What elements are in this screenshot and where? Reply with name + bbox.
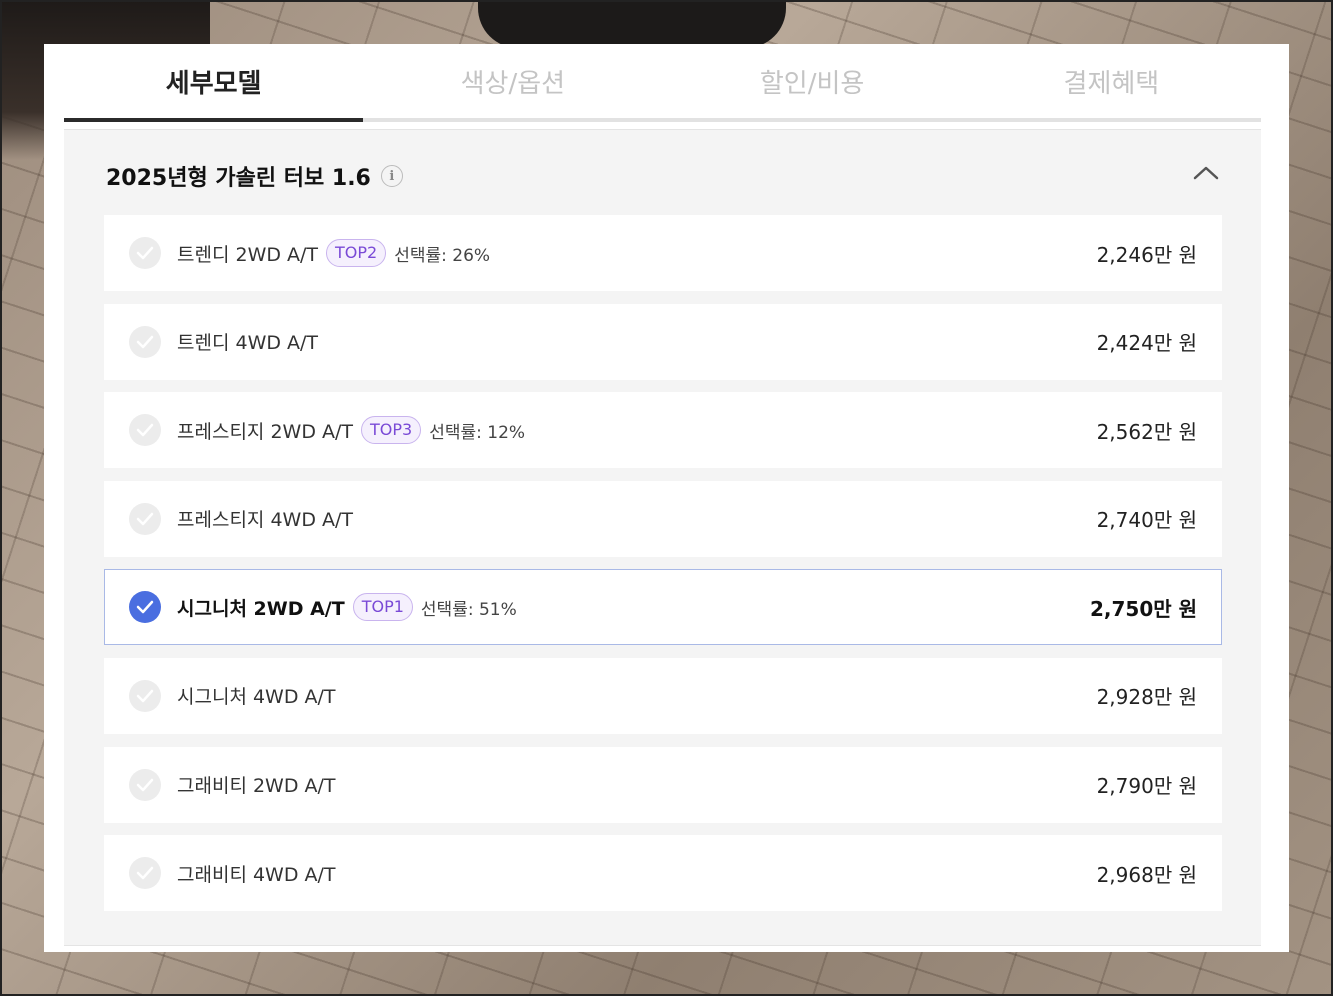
- background-figure: [478, 0, 786, 48]
- step-tabs: 세부모델 색상/옵션 할인/비용 결제혜택: [64, 44, 1261, 122]
- model-option-row[interactable]: 그래비티 4WD A/T 2,968만 원: [104, 835, 1222, 912]
- section-title: 2025년형 가솔린 터보 1.6: [106, 166, 371, 191]
- model-price: 2,562만 원: [1096, 419, 1197, 444]
- model-price: 2,424만 원: [1096, 331, 1197, 356]
- tab-color-options[interactable]: 색상/옵션: [363, 44, 663, 122]
- model-price: 2,928만 원: [1096, 685, 1197, 710]
- model-option-row[interactable]: 시그니처 4WD A/T 2,928만 원: [104, 657, 1222, 734]
- check-circle-icon[interactable]: [129, 325, 161, 358]
- model-option-row[interactable]: 그래비티 2WD A/T 2,790만 원: [104, 746, 1222, 823]
- configurator-panel: 세부모델 색상/옵션 할인/비용 결제혜택 2025년형 가솔린 터보 1.6 …: [44, 44, 1289, 952]
- model-price: 2,968만 원: [1096, 862, 1197, 887]
- rank-badge: TOP1: [352, 593, 413, 622]
- tab-payment-benefits[interactable]: 결제혜택: [961, 44, 1261, 122]
- model-name: 그래비티 4WD A/T: [177, 863, 336, 886]
- check-circle-icon[interactable]: [129, 502, 161, 535]
- model-section: 2025년형 가솔린 터보 1.6 i 트렌디 2WD A/T TOP2 선택률: …: [64, 129, 1261, 946]
- model-name: 시그니처 4WD A/T: [177, 686, 336, 709]
- model-option-row[interactable]: 트렌디 4WD A/T 2,424만 원: [104, 303, 1222, 380]
- model-price: 2,750만 원: [1089, 596, 1197, 621]
- model-name: 프레스티지 2WD A/T: [177, 420, 353, 443]
- model-price: 2,740만 원: [1096, 508, 1197, 533]
- rank-badge: TOP3: [361, 416, 422, 445]
- model-list: 트렌디 2WD A/T TOP2 선택률: 26% 2,246만 원트렌디 4WD A…: [104, 215, 1222, 924]
- model-option-row[interactable]: 프레스티지 2WD A/T TOP3 선택률: 12% 2,562만 원: [104, 392, 1222, 469]
- selection-rate: 선택률: 26%: [394, 245, 491, 266]
- section-header: 2025년형 가솔린 터보 1.6 i: [106, 160, 403, 192]
- model-name: 그래비티 2WD A/T: [177, 775, 336, 798]
- rank-badge: TOP2: [326, 239, 387, 267]
- check-circle-icon[interactable]: [129, 768, 161, 801]
- check-circle-icon[interactable]: [129, 237, 161, 269]
- model-option-row[interactable]: 트렌디 2WD A/T TOP2 선택률: 26% 2,246만 원: [104, 215, 1222, 291]
- model-name: 트렌디 4WD A/T: [177, 332, 319, 355]
- model-name: 트렌디 2WD A/T: [177, 243, 319, 266]
- check-circle-icon[interactable]: [129, 591, 161, 624]
- check-circle-icon[interactable]: [129, 414, 161, 447]
- model-price: 2,790만 원: [1096, 774, 1197, 799]
- model-option-row[interactable]: 프레스티지 4WD A/T 2,740만 원: [104, 480, 1222, 557]
- tab-discount-cost[interactable]: 할인/비용: [662, 44, 962, 122]
- check-circle-icon[interactable]: [129, 679, 161, 712]
- selection-rate: 선택률: 12%: [429, 422, 526, 443]
- check-circle-icon[interactable]: [129, 857, 161, 890]
- model-name: 시그니처 2WD A/T: [177, 597, 345, 620]
- tab-detail-model[interactable]: 세부모델: [64, 44, 364, 122]
- model-price: 2,246만 원: [1096, 242, 1197, 267]
- model-name: 프레스티지 4WD A/T: [177, 509, 353, 532]
- info-icon[interactable]: i: [380, 165, 403, 187]
- model-option-row[interactable]: 시그니처 2WD A/T TOP1 선택률: 51% 2,750만 원: [104, 569, 1222, 646]
- selection-rate: 선택률: 51%: [420, 599, 517, 620]
- chevron-up-icon[interactable]: [1191, 162, 1221, 184]
